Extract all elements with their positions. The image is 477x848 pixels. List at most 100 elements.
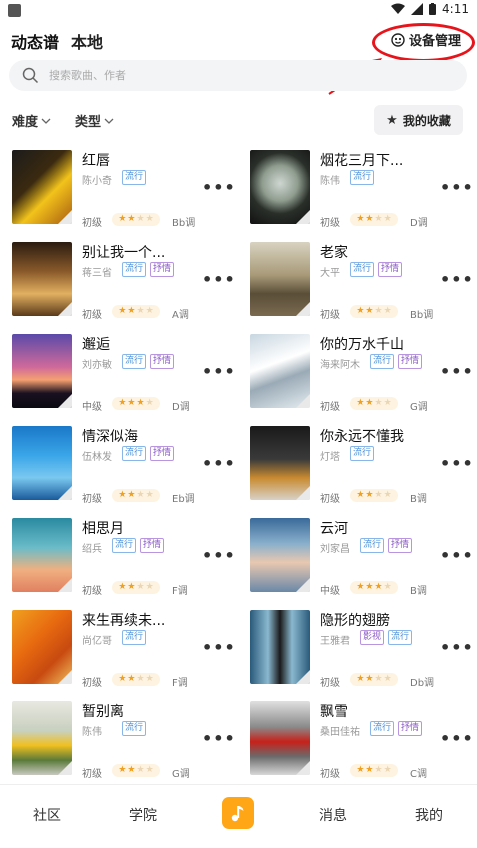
more-icon[interactable]: ••• (440, 362, 474, 381)
more-icon[interactable]: ••• (440, 729, 474, 748)
more-icon[interactable]: ••• (440, 270, 474, 289)
star-icon: ★ (374, 490, 383, 500)
my-favorites-button[interactable]: ★ 我的收藏 (374, 105, 463, 135)
song-cover (12, 334, 72, 408)
star-icon: ★ (374, 582, 383, 592)
more-icon[interactable]: ••• (202, 638, 236, 657)
star-icon: ★ (383, 674, 392, 684)
tab-community[interactable]: 社区 (33, 805, 61, 825)
song-tags: 流行 (350, 446, 375, 461)
song-tags: 流行 (122, 721, 147, 736)
song-cover (12, 518, 72, 592)
star-icon: ★ (365, 398, 374, 408)
tab-mine[interactable]: 我的 (415, 805, 443, 825)
star-icon: ★ (127, 214, 136, 224)
filter-bar: 难度 类型 ★ 我的收藏 (0, 105, 477, 135)
more-icon[interactable]: ••• (202, 729, 236, 748)
song-level: 初级 (320, 310, 340, 321)
my-favorites-label: 我的收藏 (402, 113, 451, 128)
chevron-down-icon (104, 118, 114, 124)
song-level: 初级 (82, 586, 102, 597)
song-tag: 流行 (122, 721, 147, 736)
star-icon: ★ (145, 674, 154, 684)
song-singer: 尚亿哥 (82, 636, 112, 647)
star-icon: ★ (127, 674, 136, 684)
song-tag: 流行 (122, 630, 147, 645)
annotation-ellipse (372, 23, 475, 62)
song-tag: 流行 (122, 170, 147, 185)
tab-messages[interactable]: 消息 (319, 805, 347, 825)
song-item[interactable]: 红唇 陈小奇 流行 初级 ★ ★ ★ ★ Bb调 ••• (12, 150, 247, 234)
song-level: 初级 (82, 218, 102, 229)
song-title: 邂逅 (82, 337, 110, 353)
more-icon[interactable]: ••• (440, 454, 474, 473)
song-item[interactable]: 邂逅 刘亦敏 流行 抒情 中级 ★ ★ ★ ★ D调 ••• (12, 334, 247, 418)
star-icon: ★ (118, 582, 127, 592)
song-tag: 抒情 (150, 354, 175, 369)
song-item[interactable]: 你的万水千山 海来阿木 流行 抒情 初级 ★ ★ ★ ★ G调 ••• (250, 334, 477, 418)
star-icon: ★ (374, 306, 383, 316)
song-tag: 流行 (360, 538, 385, 553)
star-icon: ★ (118, 398, 127, 408)
song-tag: 流行 (122, 446, 147, 461)
notification-icon (8, 4, 21, 17)
song-item[interactable]: 老家 大平 流行 抒情 初级 ★ ★ ★ ★ Bb调 ••• (250, 242, 477, 326)
star-icon: ★ (118, 306, 127, 316)
difficulty-dropdown[interactable]: 难度 (12, 111, 51, 130)
song-singer: 陈伟 (82, 727, 102, 738)
song-title: 红唇 (82, 153, 110, 169)
star-icon: ★ (145, 765, 154, 775)
more-icon[interactable]: ••• (440, 178, 474, 197)
song-key: D调 (410, 218, 428, 229)
song-item[interactable]: 你永远不懂我 灯塔 流行 初级 ★ ★ ★ ★ B调 ••• (250, 426, 477, 510)
song-tag: 流行 (350, 446, 375, 461)
song-cover (250, 150, 310, 224)
song-tag: 流行 (122, 354, 147, 369)
song-cover (250, 242, 310, 316)
more-icon[interactable]: ••• (202, 546, 236, 565)
star-icon: ★ (356, 490, 365, 500)
tab-academy[interactable]: 学院 (129, 805, 157, 825)
song-stars: ★ ★ ★ ★ (112, 673, 160, 686)
more-icon[interactable]: ••• (440, 638, 474, 657)
song-level: 初级 (82, 310, 102, 321)
song-item[interactable]: 别让我一个... 蒋三省 流行 抒情 初级 ★ ★ ★ ★ A调 ••• (12, 242, 247, 326)
more-icon[interactable]: ••• (202, 178, 236, 197)
song-level: 初级 (82, 494, 102, 505)
song-item[interactable]: 暂别离 陈伟 流行 初级 ★ ★ ★ ★ G调 ••• (12, 701, 247, 785)
battery-icon (429, 3, 437, 15)
star-icon: ★ (374, 214, 383, 224)
song-title: 烟花三月下... (320, 153, 404, 169)
more-icon[interactable]: ••• (202, 270, 236, 289)
song-item[interactable]: 云河 刘家昌 流行 抒情 中级 ★ ★ ★ ★ B调 ••• (250, 518, 477, 602)
star-icon: ★ (365, 765, 374, 775)
star-icon: ★ (356, 765, 365, 775)
tab-music[interactable] (222, 797, 254, 829)
song-title: 云河 (320, 521, 348, 537)
song-item[interactable]: 相思月 绍兵 流行 抒情 初级 ★ ★ ★ ★ F调 ••• (12, 518, 247, 602)
song-key: G调 (172, 769, 190, 780)
star-icon: ★ (365, 490, 374, 500)
song-item[interactable]: 飘雪 桑田佳祐 流行 抒情 初级 ★ ★ ★ ★ C调 ••• (250, 701, 477, 785)
tab-local[interactable]: 本地 (71, 29, 103, 53)
more-icon[interactable]: ••• (202, 362, 236, 381)
more-icon[interactable]: ••• (202, 454, 236, 473)
search-bar[interactable] (9, 60, 467, 91)
song-cover (12, 150, 72, 224)
song-tags: 流行 抒情 (370, 721, 423, 736)
type-dropdown[interactable]: 类型 (75, 111, 114, 130)
more-icon[interactable]: ••• (440, 546, 474, 565)
song-cover (250, 334, 310, 408)
star-icon: ★ (127, 398, 136, 408)
song-key: Db调 (410, 678, 435, 689)
song-item[interactable]: 情深似海 伍林发 流行 抒情 初级 ★ ★ ★ ★ Eb调 ••• (12, 426, 247, 510)
song-item[interactable]: 隐形的翅膀 王雅君 影视 流行 初级 ★ ★ ★ ★ Db调 ••• (250, 610, 477, 694)
difficulty-label: 难度 (12, 115, 39, 130)
song-key: D调 (172, 402, 190, 413)
search-input[interactable] (49, 60, 449, 91)
song-item[interactable]: 烟花三月下... 陈伟 流行 初级 ★ ★ ★ ★ D调 ••• (250, 150, 477, 234)
song-level: 中级 (320, 586, 340, 597)
song-singer: 陈伟 (320, 176, 340, 187)
song-item[interactable]: 来生再续未... 尚亿哥 流行 初级 ★ ★ ★ ★ F调 ••• (12, 610, 247, 694)
tab-dynamic-scores[interactable]: 动态谱 (11, 29, 59, 53)
